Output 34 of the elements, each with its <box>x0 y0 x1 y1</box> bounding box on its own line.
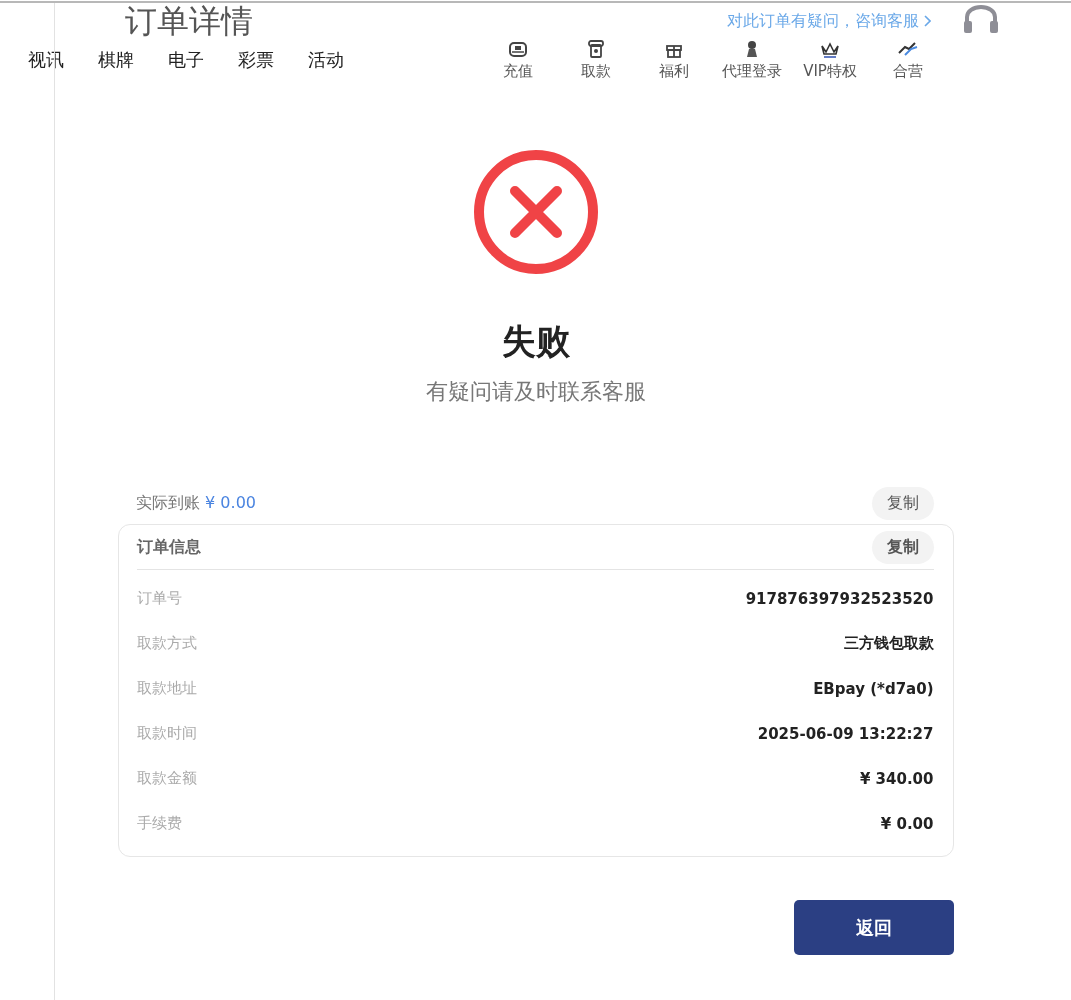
quick-action[interactable]: 福利 <box>635 39 713 81</box>
field-label: 取款方式 <box>136 634 197 653</box>
page-title: 订单详情 <box>125 3 253 39</box>
cash-icon <box>586 39 606 59</box>
quick-action[interactable]: 取款 <box>557 39 635 81</box>
field-value: EBpay (*d7a0) <box>813 679 934 698</box>
status-hint: 有疑问请及时联系客服 <box>425 378 646 406</box>
quick-action[interactable]: VIP特权 <box>791 39 869 81</box>
quick-action[interactable]: 代理登录 <box>713 39 791 81</box>
field-label: 订单号 <box>136 589 182 608</box>
wallet-icon <box>508 39 528 59</box>
field-label: 取款地址 <box>136 679 197 698</box>
nav-tab[interactable]: 彩票 <box>238 48 274 72</box>
copy-button[interactable]: 复制 <box>871 530 934 564</box>
field-value: ¥ 0.00 <box>880 814 934 833</box>
field-label: 取款金额 <box>136 769 197 788</box>
quick-action[interactable]: 合营 <box>869 39 947 81</box>
status-title: 失败 <box>501 320 570 363</box>
quick-action[interactable]: 充值 <box>479 39 557 81</box>
field-value: ¥ 340.00 <box>859 769 934 788</box>
chevron-icon <box>923 15 931 27</box>
copy-button[interactable]: 复制 <box>872 487 934 520</box>
received-amount: 实际到账 ¥ 0.00 <box>136 493 256 514</box>
field-value: 三方钱包取款 <box>843 634 934 653</box>
nav-tab[interactable]: 活动 <box>308 48 344 72</box>
nav-tab[interactable]: 电子 <box>168 48 204 72</box>
field-value: 2025-06-09 13:22:27 <box>757 724 934 743</box>
field-value: 917876397932523520 <box>745 589 934 608</box>
card-title: 订单信息 <box>136 536 201 558</box>
field-label: 取款时间 <box>136 724 197 743</box>
nav-tab[interactable]: 棋牌 <box>98 48 134 72</box>
failure-icon <box>472 149 599 275</box>
field-label: 手续费 <box>136 814 182 833</box>
back-button[interactable]: 返回 <box>793 900 954 955</box>
